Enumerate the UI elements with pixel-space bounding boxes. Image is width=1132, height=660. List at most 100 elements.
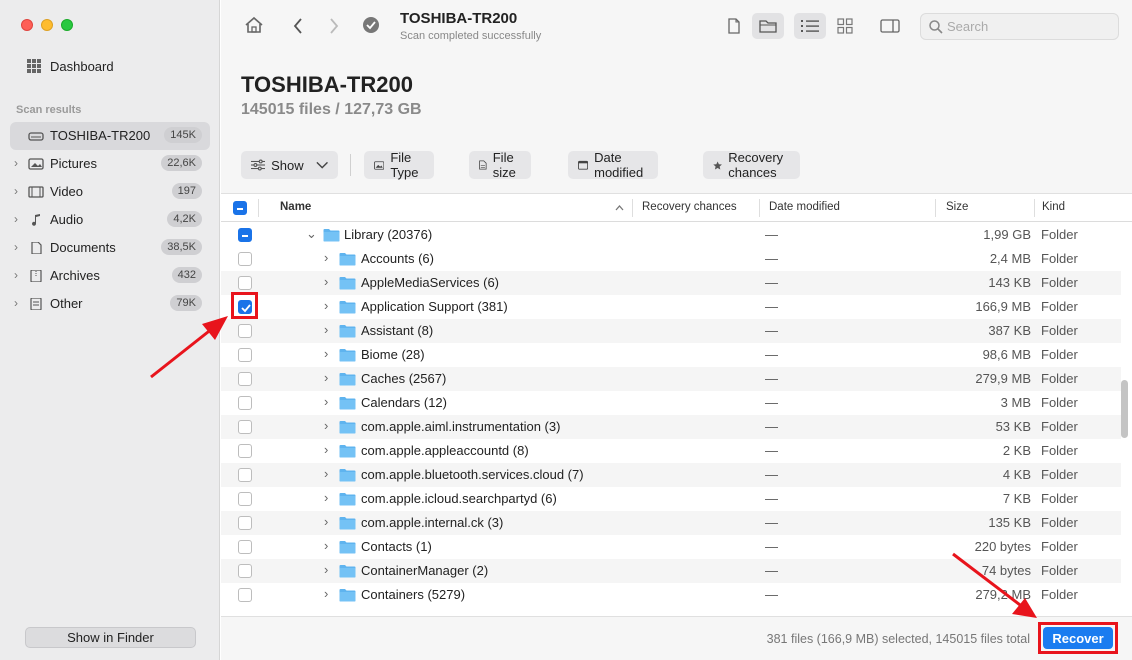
table-row[interactable]: › Contacts (1) — 220 bytes Folder	[221, 535, 1121, 559]
sidebar-item-audio[interactable]: › Audio 4,2K	[10, 206, 210, 234]
table-row-parent[interactable]: ⌄ Library (20376) — 1,99 GB Folder	[221, 223, 1121, 247]
table-row[interactable]: › Accounts (6) — 2,4 MB Folder	[221, 247, 1121, 271]
row-checkbox[interactable]	[238, 588, 252, 602]
chevron-right-icon[interactable]: ›	[14, 268, 24, 282]
star-icon	[713, 160, 722, 170]
music-note-icon	[32, 214, 40, 226]
date-modified-filter-button[interactable]: Date modified	[568, 150, 659, 180]
count-badge: 432	[171, 267, 202, 283]
calendar-icon	[578, 160, 589, 170]
row-size: 7 KB	[1002, 491, 1031, 506]
chevron-right-icon[interactable]: ›	[324, 394, 328, 409]
chevron-right-icon[interactable]: ›	[324, 490, 328, 505]
minimize-window-button[interactable]	[41, 19, 53, 31]
recover-button[interactable]: Recover	[1043, 627, 1113, 649]
count-badge: 197	[171, 183, 202, 199]
document-icon	[728, 18, 740, 34]
table-row[interactable]: › ContainerManager (2) — 74 bytes Folder	[221, 559, 1121, 583]
row-checkbox[interactable]	[238, 324, 252, 338]
column-header-recovery-chances[interactable]: Recovery chances	[642, 201, 737, 213]
row-size: 98,6 MB	[982, 347, 1031, 362]
chevron-right-icon[interactable]: ›	[324, 466, 328, 481]
column-header-kind[interactable]: Kind	[1042, 201, 1065, 213]
row-checkbox[interactable]	[238, 516, 252, 530]
column-header-name[interactable]: Name	[280, 201, 311, 213]
table-row[interactable]: › Assistant (8) — 387 KB Folder	[221, 319, 1121, 343]
chevron-right-icon[interactable]: ›	[324, 370, 328, 385]
sidebar-item-archives[interactable]: › Archives 432	[10, 262, 210, 290]
row-checkbox[interactable]	[238, 252, 252, 266]
close-window-button[interactable]	[21, 19, 33, 31]
file-size-filter-button[interactable]: File size	[469, 150, 532, 180]
row-checkbox[interactable]	[238, 492, 252, 506]
grid-view-button[interactable]	[829, 13, 861, 39]
preview-panel-button[interactable]	[874, 13, 906, 39]
folder-view-button[interactable]	[752, 13, 784, 39]
row-checkbox[interactable]	[238, 444, 252, 458]
column-header-size[interactable]: Size	[946, 201, 968, 213]
chevron-right-icon[interactable]: ›	[324, 250, 328, 265]
table-row[interactable]: › AppleMediaServices (6) — 143 KB Folder	[221, 271, 1121, 295]
sidebar-right-icon	[880, 19, 900, 33]
row-checkbox[interactable]	[238, 348, 252, 362]
chevron-right-icon[interactable]: ›	[14, 156, 24, 170]
table-row[interactable]: › com.apple.internal.ck (3) — 135 KB Folder	[221, 511, 1121, 535]
chevron-right-icon[interactable]: ›	[324, 274, 328, 289]
chevron-right-icon[interactable]: ›	[324, 514, 328, 529]
chevron-right-icon[interactable]: ›	[324, 586, 328, 601]
chevron-right-icon[interactable]: ›	[324, 562, 328, 577]
chevron-right-icon[interactable]: ›	[14, 240, 24, 254]
table-row[interactable]: › Calendars (12) — 3 MB Folder	[221, 391, 1121, 415]
select-all-checkbox[interactable]	[233, 201, 247, 215]
sidebar-item-video[interactable]: › Video 197	[10, 178, 210, 206]
table-row[interactable]: › com.apple.appleaccountd (8) — 2 KB Folder	[221, 439, 1121, 463]
table-row[interactable]: › Biome (28) — 98,6 MB Folder	[221, 343, 1121, 367]
sidebar-item-toshiba[interactable]: TOSHIBA-TR200 145K	[10, 122, 210, 150]
search-input[interactable]	[947, 19, 1107, 34]
table-row[interactable]: › Application Support (381) — 166,9 MB Folde…	[221, 295, 1121, 319]
chevron-right-icon[interactable]: ›	[324, 298, 328, 313]
chevron-right-icon[interactable]: ›	[14, 296, 24, 310]
chevron-right-icon[interactable]: ›	[14, 212, 24, 226]
chevron-right-icon[interactable]: ›	[324, 418, 328, 433]
file-type-filter-button[interactable]: File Type	[364, 150, 435, 180]
row-checkbox[interactable]	[238, 540, 252, 554]
home-icon[interactable]	[244, 16, 264, 34]
sort-ascending-icon[interactable]	[615, 205, 624, 211]
row-checkbox[interactable]	[238, 372, 252, 386]
table-row[interactable]: › Containers (5279) — 279,2 MB Folder	[221, 583, 1121, 607]
back-chevron-icon[interactable]	[292, 17, 304, 35]
row-checkbox[interactable]	[238, 564, 252, 578]
drive-icon	[28, 132, 44, 141]
chevron-right-icon[interactable]: ›	[324, 538, 328, 553]
chevron-down-icon[interactable]: ⌄	[306, 226, 317, 242]
chevron-right-icon[interactable]: ›	[324, 322, 328, 337]
row-checkbox[interactable]	[238, 468, 252, 482]
sidebar-item-pictures[interactable]: › Pictures 22,6K	[10, 150, 210, 178]
list-view-button[interactable]	[794, 13, 826, 39]
chevron-right-icon[interactable]: ›	[324, 442, 328, 457]
chevron-right-icon[interactable]: ›	[324, 346, 328, 361]
recovery-chances-filter-button[interactable]: Recovery chances	[703, 150, 800, 180]
sidebar-item-other[interactable]: › Other 79K	[10, 290, 210, 318]
table-row[interactable]: › Caches (2567) — 279,9 MB Folder	[221, 367, 1121, 391]
table-row[interactable]: › com.apple.aiml.instrumentation (3) — 53 K…	[221, 415, 1121, 439]
row-checkbox[interactable]	[238, 228, 252, 242]
row-checkbox[interactable]	[238, 420, 252, 434]
show-filter-button[interactable]: Show	[241, 151, 338, 179]
chevron-right-icon[interactable]: ›	[14, 184, 24, 198]
sidebar-item-documents[interactable]: › Documents 38,5K	[10, 234, 210, 262]
show-in-finder-button[interactable]: Show in Finder	[25, 627, 196, 648]
table-scrollbar[interactable]	[1121, 380, 1128, 438]
table-row[interactable]: › com.apple.bluetooth.services.cloud (7) —…	[221, 463, 1121, 487]
forward-chevron-icon[interactable]	[328, 17, 340, 35]
search-box[interactable]	[920, 13, 1119, 40]
table-row[interactable]: › com.apple.icloud.searchpartyd (6) — 7 KB F…	[221, 487, 1121, 511]
recover-button-highlight: Recover	[1038, 622, 1118, 654]
row-checkbox[interactable]	[238, 276, 252, 290]
sidebar-item-dashboard[interactable]: Dashboard	[27, 56, 114, 76]
column-header-date-modified[interactable]: Date modified	[769, 201, 840, 213]
row-checkbox[interactable]	[238, 396, 252, 410]
zoom-window-button[interactable]	[61, 19, 73, 31]
file-view-button[interactable]	[718, 13, 750, 39]
